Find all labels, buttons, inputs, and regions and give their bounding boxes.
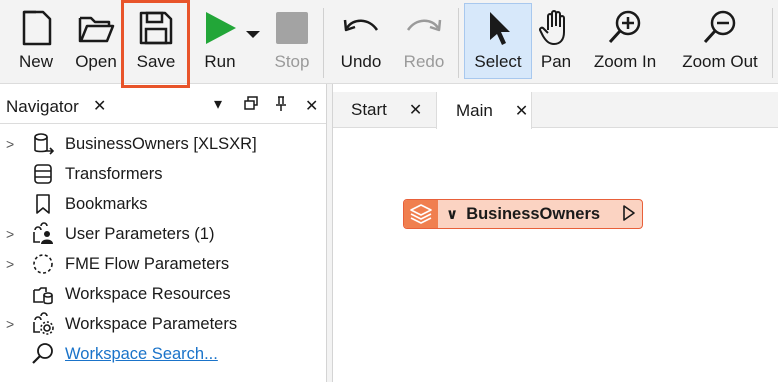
new-file-icon [16,4,56,52]
pin-icon[interactable] [275,96,287,117]
new-button[interactable]: New [10,4,62,80]
zoom-in-label: Zoom In [593,52,657,71]
toolbar-separator [458,8,459,78]
chevron-right-icon[interactable]: > [6,316,18,332]
node-label: BusinessOwners [466,204,601,223]
tree-item-transformers[interactable]: Transformers [0,159,326,189]
run-play-icon [200,4,240,52]
tree-item-bookmarks[interactable]: Bookmarks [0,189,326,219]
stop-square-icon [272,4,312,52]
redo-arrow-icon [402,4,446,52]
chevron-right-icon[interactable]: > [6,256,18,272]
tree-item-workspace-parameters[interactable]: > Workspace Parameters [0,309,326,339]
zoom-out-icon [700,4,740,52]
folder-icon [76,4,116,52]
workspace-parameters-icon [30,311,56,337]
tab-start[interactable]: Start ✕ [333,92,436,128]
layers-icon [404,200,438,228]
open-label: Open [75,52,117,71]
tree-item-label: Workspace Parameters [65,314,238,333]
stop-button[interactable]: Stop [268,4,316,80]
run-label: Run [204,52,236,71]
tree-item-workspace-search[interactable]: Workspace Search... [0,339,326,369]
tree-item-label: User Parameters (1) [65,224,215,243]
undo-label: Undo [340,52,382,71]
reader-feature-type-node[interactable]: ∨ BusinessOwners [403,199,643,229]
search-icon [30,341,56,367]
select-label: Select [474,52,522,71]
close-icon[interactable]: ✕ [93,96,106,116]
toolbar-separator [772,8,773,78]
navigator-header: Navigator ✕ ▾ ✕ [0,92,326,124]
pointer-arrow-icon [482,4,514,52]
hand-icon [536,4,576,52]
tab-label: Main [456,100,493,120]
redo-button[interactable]: Redo [398,4,450,80]
stop-label: Stop [274,52,310,71]
tab-label: Start [351,100,387,119]
pan-button[interactable]: Pan [534,4,578,80]
undo-button[interactable]: Undo [335,4,387,80]
undo-arrow-icon [339,4,383,52]
flow-parameters-icon [30,251,56,277]
close-panel-icon[interactable]: ✕ [305,96,318,116]
tree-item-label: Transformers [65,164,163,183]
close-tab-icon[interactable]: ✕ [409,100,422,120]
tab-main[interactable]: Main ✕ [436,92,532,129]
transformers-icon [30,161,56,187]
zoom-out-button[interactable]: Zoom Out [676,4,764,80]
tree-item-flow-parameters[interactable]: > FME Flow Parameters [0,249,326,279]
toolbar-separator [323,8,324,78]
workspace-canvas[interactable]: ∨ BusinessOwners [333,129,778,382]
float-window-icon[interactable] [244,96,258,115]
save-highlight-box [121,0,190,88]
open-button[interactable]: Open [70,4,122,80]
tree-item-label: FME Flow Parameters [65,254,230,273]
run-dropdown-button[interactable] [243,28,263,48]
chevron-right-icon[interactable]: > [6,136,18,152]
dropdown-arrow-icon [246,31,260,38]
navigator-title: Navigator [6,97,79,116]
zoom-in-icon [605,4,645,52]
dropdown-menu-icon[interactable]: ▾ [214,94,222,114]
chevron-right-icon[interactable]: > [6,226,18,242]
tree-item-label: BusinessOwners [XLSXR] [65,134,257,153]
tree-item-label: Bookmarks [65,194,148,213]
close-tab-icon[interactable]: ✕ [515,101,528,121]
workspace-search-link[interactable]: Workspace Search... [65,345,218,364]
tree-item-label: Workspace Resources [65,284,231,303]
toolbar: New Open Save Run Stop Undo Redo Select … [0,0,778,88]
redo-label: Redo [403,52,445,71]
user-parameters-icon [30,221,56,247]
select-button[interactable]: Select [464,3,532,79]
reader-database-icon [30,131,56,157]
tree-item-workspace-resources[interactable]: Workspace Resources [0,279,326,309]
new-label: New [18,52,53,71]
pan-label: Pan [540,52,572,71]
zoom-in-button[interactable]: Zoom In [589,4,661,80]
resources-icon [30,281,56,307]
tree-item-user-parameters[interactable]: > User Parameters (1) [0,219,326,249]
run-button[interactable]: Run [196,4,244,80]
tab-bar: Start ✕ Main ✕ [333,92,778,129]
bookmark-icon [30,191,56,217]
tree-item-reader[interactable]: > BusinessOwners [XLSXR] [0,129,326,159]
chevron-down-icon[interactable]: ∨ [446,205,458,223]
output-port-icon[interactable] [622,204,636,227]
panel-splitter[interactable] [326,84,333,382]
zoom-out-label: Zoom Out [682,52,758,71]
